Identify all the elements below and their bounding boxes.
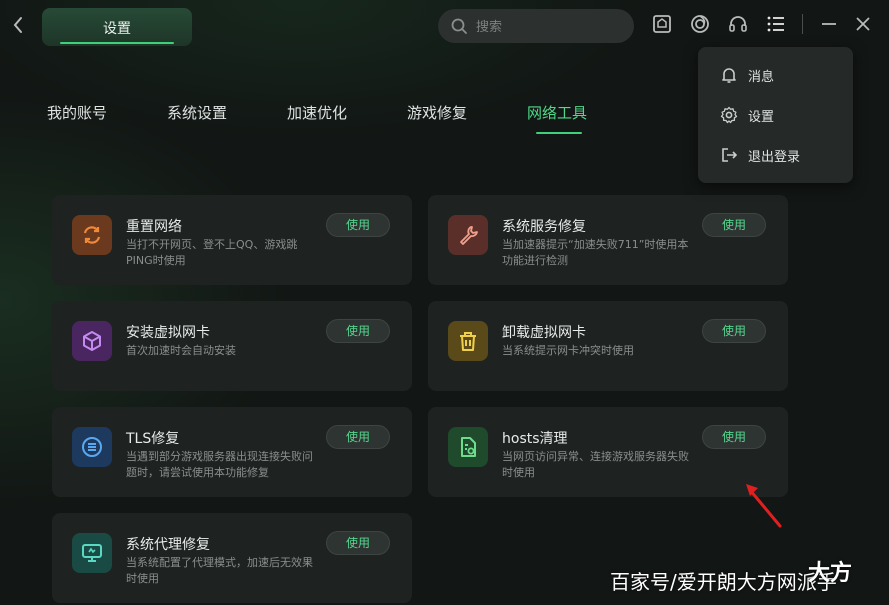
- use-button[interactable]: 使用: [702, 425, 766, 449]
- close-icon[interactable]: [852, 13, 874, 35]
- trash-icon: [448, 321, 488, 361]
- refresh-icon: [72, 215, 112, 255]
- minimize-icon[interactable]: [818, 13, 840, 35]
- title-underline: [60, 42, 174, 44]
- headset-icon[interactable]: [727, 13, 749, 35]
- menu-item-messages[interactable]: 消息: [698, 57, 853, 93]
- gear-icon: [720, 106, 738, 124]
- card-description: 当网页访问异常、连接游戏服务器失败时使用: [502, 450, 689, 479]
- search-icon: [451, 18, 467, 34]
- use-button[interactable]: 使用: [326, 531, 390, 555]
- use-button[interactable]: 使用: [702, 319, 766, 343]
- card-title: 重置网络: [126, 219, 182, 235]
- watermark-logo: 大方: [808, 553, 864, 587]
- card-title: 系统服务修复: [502, 219, 586, 235]
- badge-icon[interactable]: [651, 13, 673, 35]
- card-title: 系统代理修复: [126, 537, 210, 553]
- monitor-icon: [72, 533, 112, 573]
- settings-title-tab[interactable]: 设置: [42, 8, 192, 46]
- menu-item-settings[interactable]: 设置: [698, 97, 853, 133]
- card-description: 当遇到部分游戏服务器出现连接失败问题时，请尝试使用本功能修复: [126, 450, 313, 479]
- card-system-proxy-repair: 系统代理修复 当系统配置了代理模式，加速后无效果时使用 使用: [52, 513, 412, 603]
- card-description: 当系统配置了代理模式，加速后无效果时使用: [126, 556, 313, 585]
- search-box[interactable]: [438, 9, 634, 43]
- card-hosts-clean: hosts清理 当网页访问异常、连接游戏服务器失败时使用 使用: [428, 407, 788, 497]
- use-button[interactable]: 使用: [702, 213, 766, 237]
- card-reset-network: 重置网络 当打不开网页、登不上QQ、游戏跳PING时使用 使用: [52, 195, 412, 285]
- swirl-icon[interactable]: [689, 13, 711, 35]
- cube-icon: [72, 321, 112, 361]
- page-title: 设置: [103, 21, 131, 37]
- title-bar: 设置: [0, 0, 889, 50]
- use-button[interactable]: 使用: [326, 213, 390, 237]
- chevron-left-icon: [13, 17, 22, 33]
- title-separator: [802, 14, 803, 34]
- active-tab-indicator: [536, 132, 582, 134]
- user-dropdown-menu: 消息 设置 退出登录: [698, 47, 853, 183]
- tls-icon: [72, 427, 112, 467]
- menu-item-label: 退出登录: [748, 150, 801, 165]
- card-description: 当系统提示网卡冲突时使用: [502, 344, 634, 357]
- menu-item-logout[interactable]: 退出登录: [698, 137, 853, 173]
- bell-icon: [722, 68, 736, 83]
- card-tls-repair: TLS修复 当遇到部分游戏服务器出现连接失败问题时，请尝试使用本功能修复 使用: [52, 407, 412, 497]
- annotation-arrow: [746, 484, 782, 528]
- card-description: 当加速器提示“加速失败711”时使用本功能进行检测: [502, 238, 689, 267]
- back-button[interactable]: [10, 14, 28, 36]
- use-button[interactable]: 使用: [326, 425, 390, 449]
- card-title: hosts清理: [502, 431, 568, 447]
- card-description: 首次加速时会自动安装: [126, 344, 236, 357]
- tab-my-account[interactable]: 我的账号: [47, 102, 107, 123]
- tab-acceleration[interactable]: 加速优化: [287, 102, 347, 123]
- card-description: 当打不开网页、登不上QQ、游戏跳PING时使用: [126, 238, 298, 267]
- watermark-logo-text: 大方: [808, 561, 853, 586]
- tab-game-repair[interactable]: 游戏修复: [407, 102, 467, 123]
- logout-icon: [722, 148, 738, 162]
- tab-network-tools[interactable]: 网络工具: [527, 102, 587, 123]
- card-title: 安装虚拟网卡: [126, 325, 210, 341]
- card-system-service-repair: 系统服务修复 当加速器提示“加速失败711”时使用本功能进行检测 使用: [428, 195, 788, 285]
- watermark-text: 百家号/爱开朗大方网派手: [610, 570, 837, 594]
- menu-item-label: 消息: [748, 70, 775, 85]
- card-title: TLS修复: [126, 431, 180, 447]
- search-input[interactable]: [474, 15, 628, 39]
- menu-item-label: 设置: [748, 110, 775, 125]
- menu-list-icon[interactable]: [765, 13, 787, 35]
- card-install-virtual-nic: 安装虚拟网卡 首次加速时会自动安装 使用: [52, 301, 412, 391]
- card-uninstall-virtual-nic: 卸载虚拟网卡 当系统提示网卡冲突时使用 使用: [428, 301, 788, 391]
- tab-system-settings[interactable]: 系统设置: [167, 102, 227, 123]
- card-title: 卸载虚拟网卡: [502, 325, 586, 341]
- use-button[interactable]: 使用: [326, 319, 390, 343]
- file-clean-icon: [448, 427, 488, 467]
- wrench-icon: [448, 215, 488, 255]
